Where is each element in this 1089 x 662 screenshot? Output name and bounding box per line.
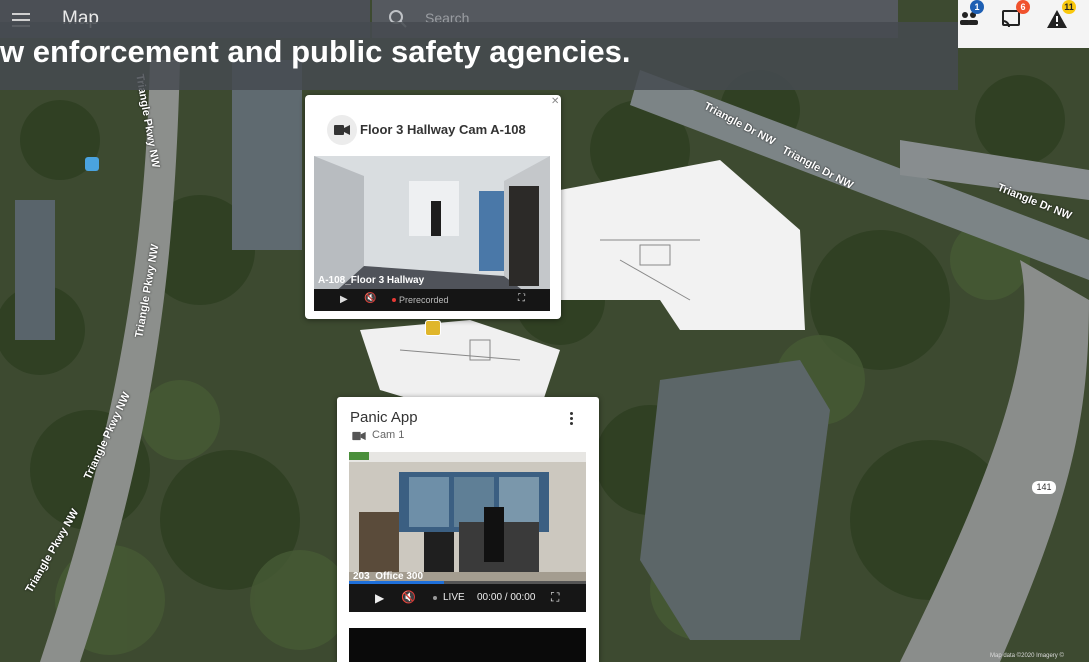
banner-text: w enforcement and public safety agencies…: [0, 34, 631, 69]
recording-dot-icon: [392, 298, 396, 302]
transit-stop-icon[interactable]: [85, 157, 99, 171]
video-time: 00:00 / 00:00: [477, 592, 536, 603]
cast-count-badge: 6: [1016, 0, 1030, 14]
hallway-feed: [314, 156, 550, 311]
panic-video[interactable]: 203_Office 300 ▶ 🔇 LIVE 00:00 / 00:00 ⛶: [349, 452, 586, 612]
camera-video[interactable]: A-108_Floor 3 Hallway ▶ 🔇 Prerecorded ⛶: [314, 156, 550, 311]
play-icon[interactable]: ▶: [375, 591, 384, 605]
video-camera-icon: [352, 431, 366, 441]
live-label: LIVE: [443, 592, 465, 603]
more-options-icon[interactable]: [570, 410, 574, 427]
fullscreen-icon[interactable]: ⛶: [551, 590, 559, 605]
alert-count-badge: 11: [1062, 0, 1076, 14]
second-video[interactable]: [349, 628, 586, 662]
camera-title: Floor 3 Hallway Cam A-108: [360, 122, 526, 137]
mute-icon[interactable]: 🔇: [364, 293, 376, 304]
live-dot-icon: [433, 596, 437, 600]
camera-marker[interactable]: [425, 320, 441, 336]
close-icon[interactable]: ✕: [551, 96, 559, 107]
caption-banner: w enforcement and public safety agencies…: [0, 22, 958, 90]
map-attribution: Map data ©2020 Imagery ©: [990, 653, 1064, 659]
video-label: A-108_Floor 3 Hallway: [318, 275, 425, 286]
video-camera-icon: [334, 125, 350, 135]
panic-video-controls: ▶ 🔇 LIVE 00:00 / 00:00 ⛶: [349, 584, 586, 612]
people-button[interactable]: 1: [958, 0, 984, 32]
camera-popup: ✕ Floor 3 Hallway Cam A-108 A-108_Floor …: [305, 95, 561, 319]
video-controls: ▶ 🔇 Prerecorded ⛶: [314, 289, 550, 311]
camera-avatar: [327, 115, 357, 145]
video-status: Prerecorded: [399, 295, 449, 305]
alerts-button[interactable]: 11: [1046, 0, 1076, 32]
panic-card-title: Panic App: [350, 409, 418, 426]
route-badge: 141: [1032, 481, 1056, 494]
cast-button[interactable]: 6: [1000, 0, 1030, 32]
fullscreen-icon[interactable]: ⛶: [518, 293, 525, 304]
toolbar-actions: 1 6 11: [958, 0, 1089, 48]
panic-card-subtitle: Cam 1: [372, 429, 405, 441]
panic-app-card: Panic App Cam 1 203_Office 300 ▶ 🔇 LIVE …: [337, 397, 599, 662]
people-count-badge: 1: [970, 0, 984, 14]
play-icon[interactable]: ▶: [340, 294, 348, 305]
mute-icon[interactable]: 🔇: [401, 590, 416, 604]
